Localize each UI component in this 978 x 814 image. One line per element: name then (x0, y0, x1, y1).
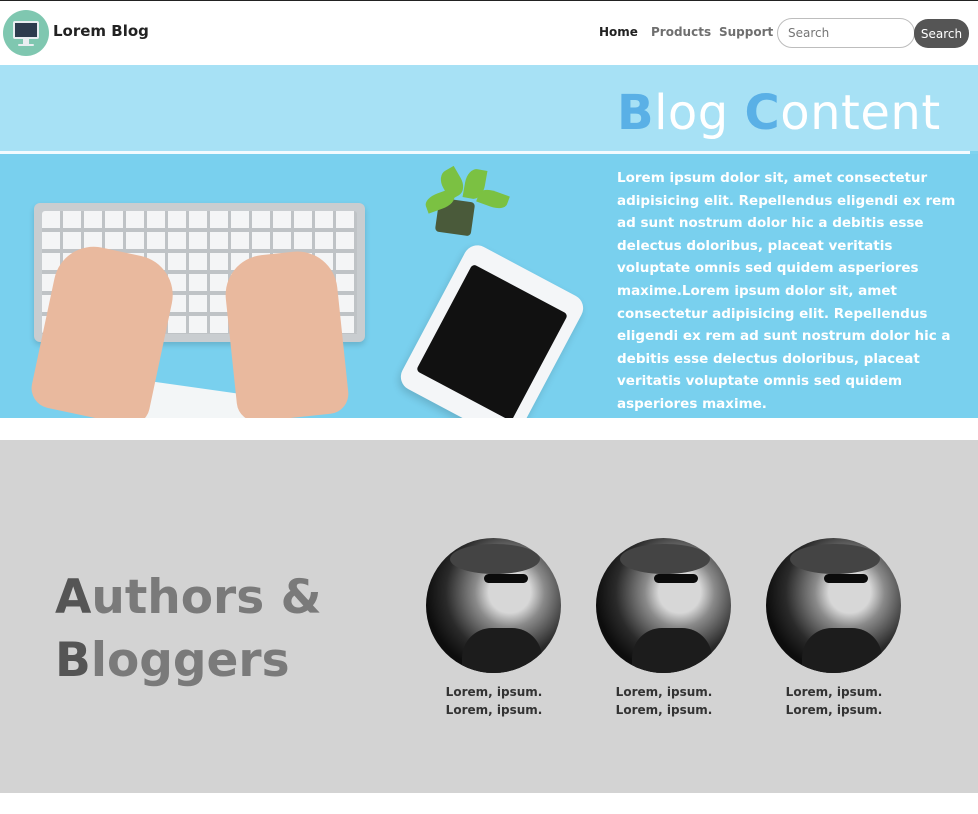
author-name: Lorem, ipsum. Lorem, ipsum. (445, 685, 543, 717)
hero-banner: Blog Content Lorem ipsum dolor sit, amet… (0, 65, 978, 418)
nav-link-home[interactable]: Home (599, 25, 638, 39)
monitor-logo-icon[interactable] (3, 10, 49, 56)
author-name: Lorem, ipsum. Lorem, ipsum. (615, 685, 713, 717)
authors-heading: Authors & Bloggers (55, 570, 322, 688)
author-name: Lorem, ipsum. Lorem, ipsum. (785, 685, 883, 717)
right-hand-image (221, 247, 351, 418)
hero-title: Blog Content (617, 85, 941, 141)
nav-link-support[interactable]: Support (719, 25, 773, 39)
author-avatar[interactable] (766, 538, 901, 673)
hero-description: Lorem ipsum dolor sit, amet consectetur … (617, 170, 956, 412)
author-avatar[interactable] (596, 538, 731, 673)
authors-section: Authors & Bloggers Lorem, ipsum. Lorem, i… (0, 440, 978, 793)
author-avatar[interactable] (426, 538, 561, 673)
search-input[interactable] (777, 18, 915, 48)
search-button[interactable]: Search (914, 19, 969, 48)
navbar: Lorem Blog Home Products Support Search (0, 1, 978, 65)
brand-name[interactable]: Lorem Blog (53, 22, 149, 40)
page-footer-space (0, 793, 978, 814)
nav-link-products[interactable]: Products (651, 25, 711, 39)
